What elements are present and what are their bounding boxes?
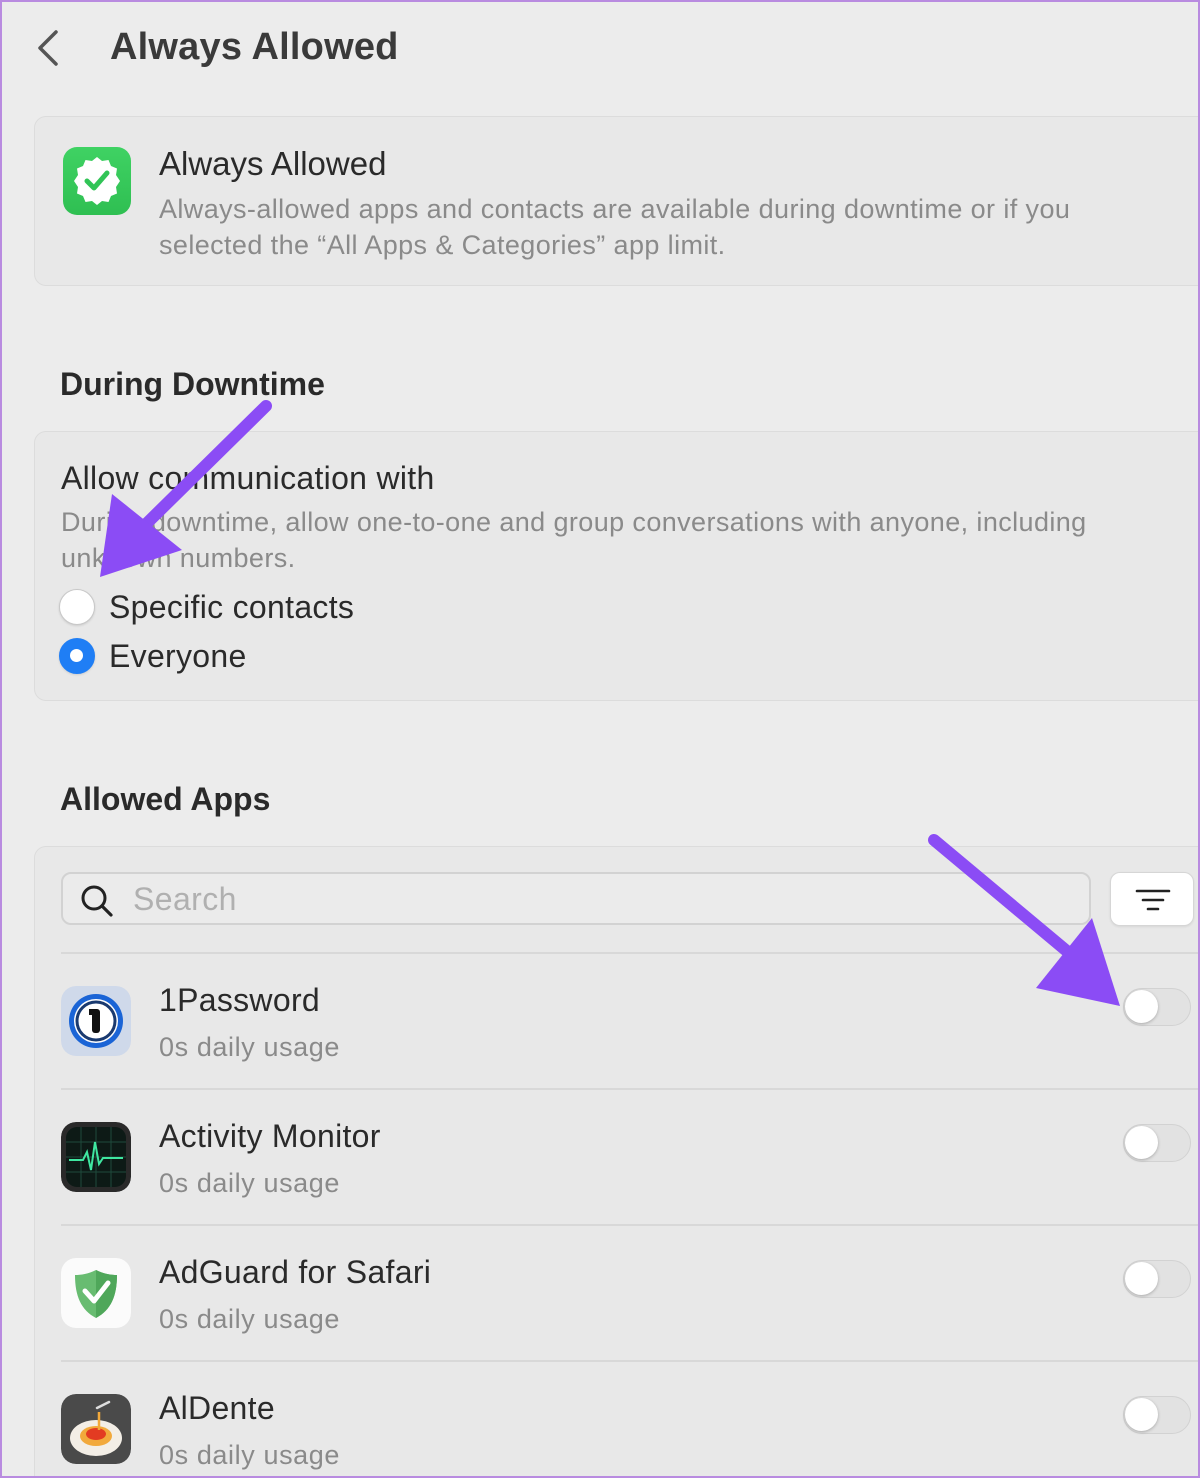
downtime-card: Allow communication with During downtime…	[34, 431, 1200, 701]
app-name: Activity Monitor	[159, 1118, 381, 1154]
search-icon	[81, 885, 113, 917]
section-title-allowed-apps: Allowed Apps	[60, 781, 271, 817]
app-name: AlDente	[159, 1390, 275, 1426]
aldente-pasta-icon	[61, 1394, 131, 1464]
filter-button[interactable]	[1110, 872, 1194, 926]
page-title: Always Allowed	[110, 26, 399, 68]
radio-specific-contacts[interactable]: Specific contacts	[59, 587, 354, 627]
app-usage: 0s daily usage	[159, 1032, 341, 1062]
chevron-left-icon	[38, 30, 58, 66]
app-usage: 0s daily usage	[159, 1168, 341, 1198]
app-name: 1Password	[159, 982, 320, 1018]
toggle-1password[interactable]	[1123, 988, 1191, 1026]
info-title: Always Allowed	[159, 145, 387, 182]
info-description: Always-allowed apps and contacts are ava…	[159, 194, 1071, 260]
apps-card: 1Password 0s daily usage Activity Monito…	[34, 846, 1200, 1478]
filter-lines-icon	[1135, 889, 1171, 911]
toggle-adguard-for-safari[interactable]	[1123, 1260, 1191, 1298]
activity-monitor-icon	[61, 1122, 131, 1192]
communication-description: During downtime, allow one-to-one and gr…	[61, 507, 1087, 573]
section-title-during-downtime: During Downtime	[60, 366, 325, 402]
1password-icon	[61, 986, 131, 1056]
app-name: AdGuard for Safari	[159, 1254, 432, 1290]
info-card: Always Allowed Always-allowed apps and c…	[34, 116, 1200, 286]
toggle-aldente[interactable]	[1123, 1396, 1191, 1434]
app-row-1password: 1Password 0s daily usage	[35, 952, 1200, 1088]
radio-label: Specific contacts	[109, 588, 355, 625]
search-field[interactable]	[61, 872, 1091, 925]
app-usage: 0s daily usage	[159, 1440, 341, 1470]
app-usage: 0s daily usage	[159, 1304, 341, 1334]
checkmark-seal-icon	[63, 147, 131, 215]
radio-button-checked[interactable]	[59, 638, 95, 674]
adguard-shield-icon	[61, 1258, 131, 1328]
search-input[interactable]	[133, 878, 1073, 920]
back-button[interactable]	[30, 26, 70, 70]
toggle-activity-monitor[interactable]	[1123, 1124, 1191, 1162]
app-row-activity-monitor: Activity Monitor 0s daily usage	[35, 1088, 1200, 1224]
header: Always Allowed	[0, 0, 1200, 100]
communication-title: Allow communication with	[61, 460, 435, 496]
radio-everyone[interactable]: Everyone	[59, 636, 247, 676]
radio-label: Everyone	[109, 637, 247, 674]
radio-button-unchecked[interactable]	[59, 589, 95, 625]
app-row-aldente: AlDente 0s daily usage	[35, 1360, 1200, 1478]
app-row-adguard-for-safari: AdGuard for Safari 0s daily usage	[35, 1224, 1200, 1360]
